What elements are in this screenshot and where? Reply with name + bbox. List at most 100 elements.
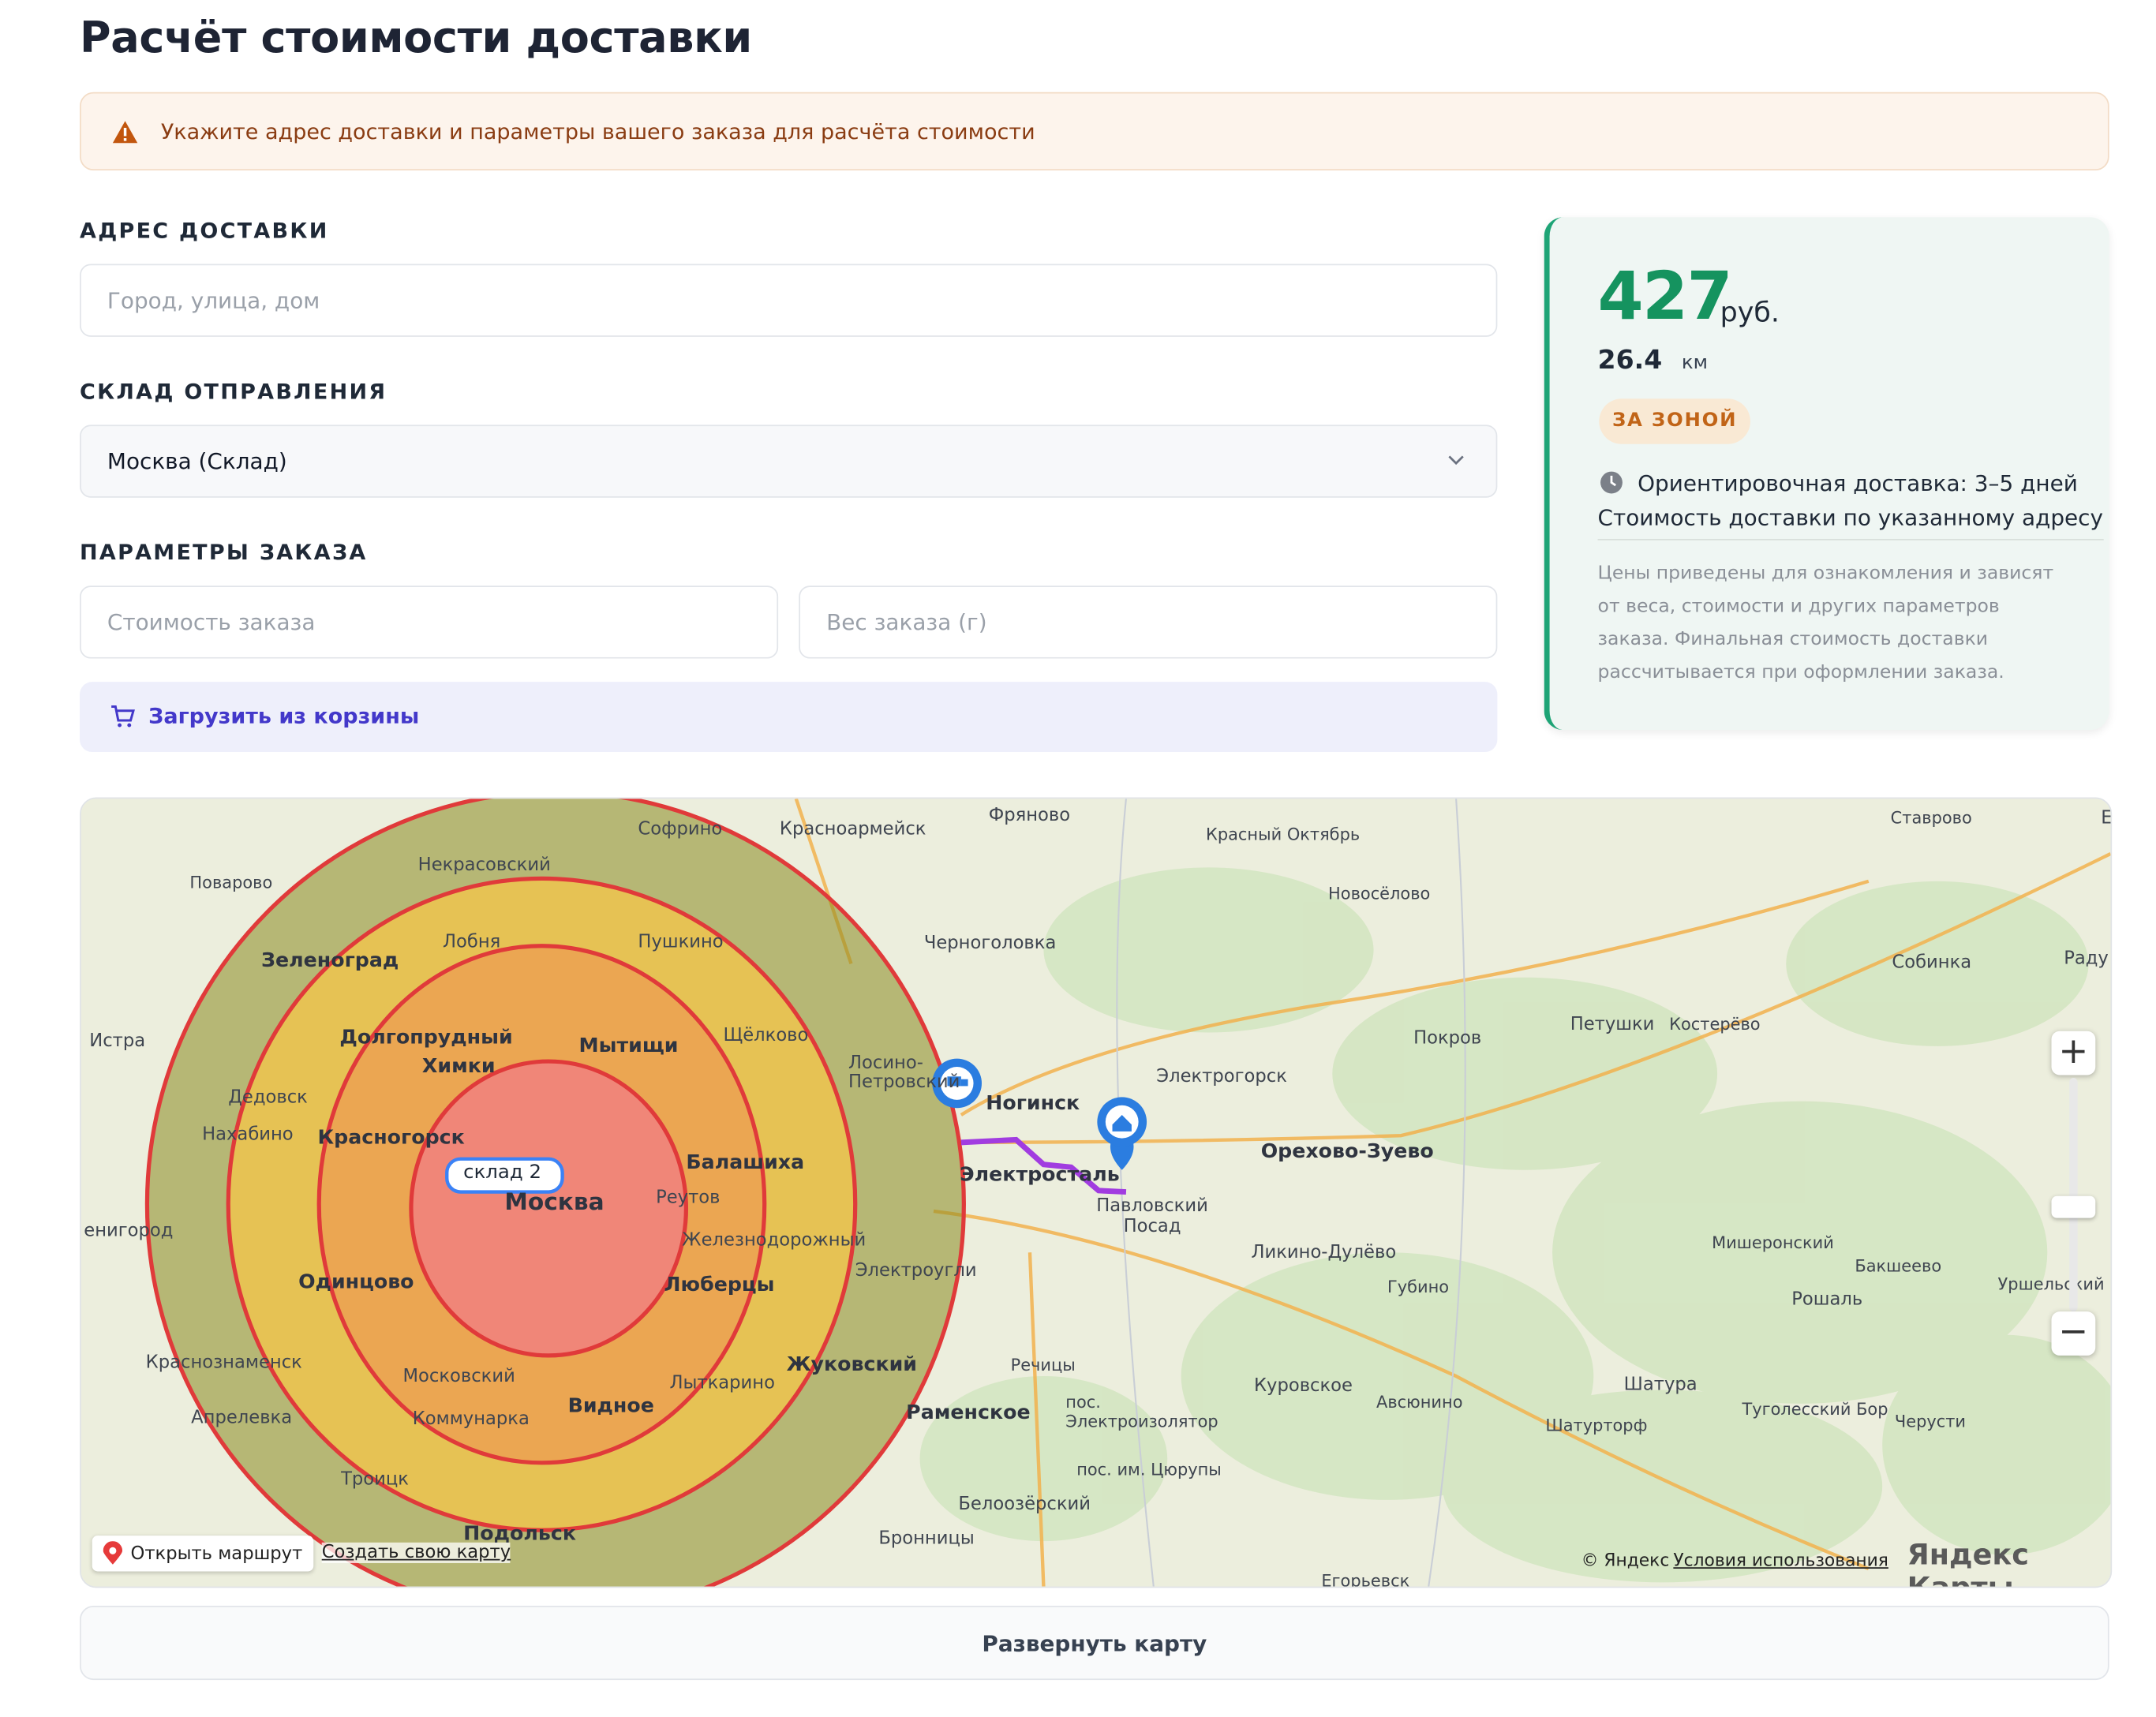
map-copyright: © Яндекс — [1581, 1549, 1670, 1570]
map-label-reutov: Реутов — [656, 1188, 721, 1209]
zoom-in-button[interactable]: + — [2051, 1031, 2096, 1075]
eta-text: Ориентировочная доставка: 3–5 дней — [1638, 469, 2078, 496]
expand-map-button[interactable]: Развернуть карту — [80, 1606, 2109, 1681]
map-label-pokrov: Покров — [1413, 1028, 1482, 1049]
map-label-enigorod: енигород — [84, 1221, 174, 1242]
warehouse-selected: Москва (Склад) — [107, 447, 287, 475]
map-label-elektroizolyator: пос. Электроизолятор — [1065, 1392, 1218, 1431]
map-label-tugolessky: Туголесский Бор — [1742, 1399, 1888, 1420]
page: Расчёт стоимости доставки Укажите адрес … — [0, 0, 2156, 1715]
map-label-novoselovo: Новосёлово — [1328, 884, 1431, 903]
alert-banner: Укажите адрес доставки и параметры вашег… — [80, 92, 2109, 171]
map-label-tsyurupy: пос. им. Цюрупы — [1076, 1460, 1222, 1479]
map-label-dolgoprudny: Долгопрудный — [339, 1027, 513, 1049]
map-label-zelenograd: Зеленоград — [261, 949, 399, 972]
distance-unit: км — [1681, 352, 1708, 374]
load-from-cart-label: Загрузить из корзины — [148, 704, 420, 729]
map-label-pushkino: Пушкино — [638, 932, 724, 953]
map-label-balashikha: Балашиха — [686, 1152, 805, 1174]
map-label-mytishchi: Мытищи — [578, 1034, 679, 1057]
map-label-pavlovsky: Павловский Посад — [1096, 1195, 1208, 1238]
zoom-slider-track[interactable] — [2069, 1077, 2078, 1312]
map-label-chernogolovka: Черноголовка — [923, 933, 1057, 955]
map-label-povarovo: Поварово — [189, 873, 273, 892]
map-label-odintsovo: Одинцово — [298, 1271, 414, 1294]
warehouse-tag[interactable]: склад 2 — [463, 1162, 541, 1184]
price-note: Цены приведены для ознакомления и завися… — [1597, 562, 2054, 683]
map-label-noginsk: Ногинск — [986, 1093, 1080, 1116]
map-pin-icon — [103, 1541, 123, 1565]
map-label-lobnya: Лобня — [443, 932, 501, 953]
map-label-rechitsy: Речицы — [1010, 1355, 1076, 1375]
map-label-cherusti: Черусти — [1894, 1412, 1966, 1431]
map-label-beloozersky: Белоозёрский — [958, 1494, 1091, 1516]
map-label-raduzhny: Раду — [2064, 948, 2109, 970]
map-label-shaturtorf: Шатурторф — [1545, 1416, 1648, 1435]
order-cost-input[interactable] — [80, 585, 779, 659]
map-label-likino: Ликино-Дулёво — [1251, 1243, 1397, 1264]
map-label-kommunarka: Коммунарка — [412, 1408, 530, 1430]
map-label-istra: Истра — [89, 1031, 146, 1052]
terms-link[interactable]: Условия использования — [1673, 1550, 1888, 1570]
clock-icon — [1600, 471, 1623, 494]
map-label-moscow: Москва — [504, 1189, 605, 1217]
map-label-dedovsk: Дедовск — [228, 1087, 308, 1109]
map-label-lyubertsy: Люберцы — [664, 1274, 775, 1296]
yandex-maps-logo: Яндекс Карты — [1907, 1538, 2029, 1588]
map-label-kurovskoe: Куровское — [1253, 1376, 1353, 1397]
map-label-petushki: Петушки — [1570, 1014, 1655, 1035]
open-route-label: Открыть маршрут — [130, 1543, 303, 1564]
map-label-egoryevsk: Егорьевск — [1321, 1571, 1410, 1588]
map-label-sofrino: Софрино — [638, 819, 723, 840]
open-route-button[interactable]: Открыть маршрут — [92, 1536, 314, 1572]
distance-value: 26.4 — [1597, 345, 1663, 376]
map-label-zheleznodorozhny: Железнодорожный — [682, 1230, 867, 1251]
map-label-ramenskoe: Раменское — [906, 1402, 1031, 1425]
map-label-losino: Лосино-Петровский — [848, 1053, 960, 1094]
order-weight-input[interactable] — [799, 585, 1498, 659]
map-label-krasnogorsk: Красногорск — [317, 1127, 465, 1150]
map-label-elektrostal: Электросталь — [960, 1164, 1120, 1187]
map-label-krasnoznamensk: Краснознаменск — [145, 1352, 302, 1374]
price-value: 427 — [1597, 258, 1733, 336]
map-label-gubino: Губино — [1387, 1277, 1450, 1296]
map-label-zhukovsky: Жуковский — [786, 1354, 918, 1377]
warning-icon — [112, 121, 138, 144]
map-label-nekrasovsky: Некрасовский — [417, 855, 551, 876]
map-label-moskovsky: Московский — [402, 1366, 515, 1387]
address-input[interactable] — [80, 264, 1498, 337]
map-label-kosterevo: Костерёво — [1669, 1014, 1761, 1034]
delivery-map[interactable]: склад 2 Москва Софрино Красноармейск Фря… — [80, 797, 2113, 1588]
map-label-shatura: Шатура — [1623, 1375, 1697, 1396]
create-map-link[interactable]: Создать свою карту — [321, 1542, 511, 1563]
warehouse-select[interactable]: Москва (Склад) — [80, 425, 1498, 498]
map-label-fryanovo: Фряново — [988, 805, 1071, 827]
map-label-stavrovo: Ставрово — [1890, 808, 1972, 828]
map-label-nakhabino: Нахабино — [202, 1124, 294, 1146]
map-label-khimki: Химки — [421, 1056, 496, 1078]
zoom-out-button[interactable]: − — [2051, 1311, 2096, 1356]
map-label-elektrogorsk: Электрогорск — [1156, 1067, 1287, 1088]
map-label-sobinka: Собинка — [1892, 952, 1972, 974]
map-label-troitsk: Троицк — [341, 1469, 409, 1491]
address-label: АДРЕС ДОСТАВКИ — [80, 219, 329, 244]
chevron-down-icon — [1448, 455, 1464, 466]
zone-badge: ЗА ЗОНОЙ — [1599, 398, 1750, 444]
zoom-slider-handle[interactable] — [2051, 1195, 2096, 1218]
load-from-cart-button[interactable]: Загрузить из корзины — [80, 682, 1498, 753]
map-label-avsyunino: Авсюнино — [1376, 1392, 1463, 1412]
map-label-orekhovo: Орехово-Зуево — [1260, 1141, 1434, 1163]
page-title: Расчёт стоимости доставки — [80, 13, 752, 64]
map-label-misheronsky: Мишеронский — [1712, 1233, 1834, 1253]
map-label-krasny-oktyabr: Красный Октябрь — [1205, 825, 1361, 844]
map-label-vyazniki: Е — [2101, 808, 2113, 829]
map-label-bronnitsy: Бронницы — [878, 1528, 975, 1550]
map-label-lytkarino: Лыткарино — [669, 1373, 775, 1394]
map-label-krasnoarmeysk: Красноармейск — [779, 819, 926, 840]
map-label-roshal: Рошаль — [1791, 1289, 1863, 1311]
warehouse-label: СКЛАД ОТПРАВЛЕНИЯ — [80, 379, 387, 405]
cart-icon — [111, 705, 135, 728]
alert-text: Укажите адрес доставки и параметры вашег… — [160, 119, 1035, 144]
map-label-urshelsky: Уршельский — [1997, 1274, 2105, 1294]
map-label-aprelevka: Апрелевка — [191, 1408, 293, 1429]
